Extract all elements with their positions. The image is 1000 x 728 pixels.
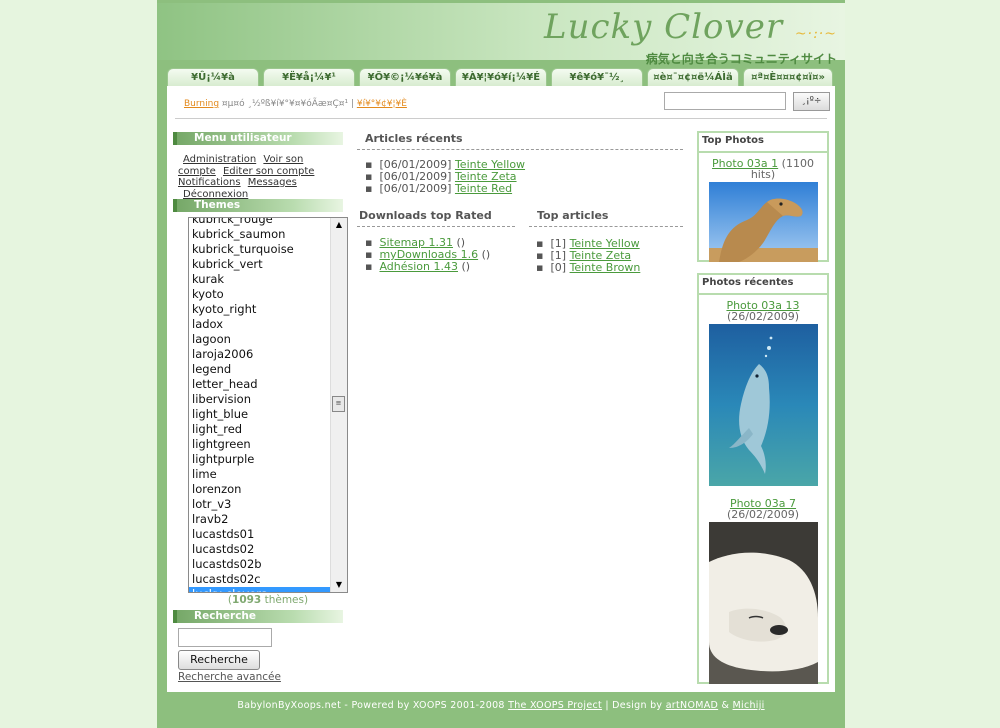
theme-option[interactable]: lucastds02c [189,572,331,587]
theme-option[interactable]: lravb2 [189,512,331,527]
recent-articles-list: [06/01/2009] Teinte Yellow [06/01/2009] … [365,159,525,195]
theme-option[interactable]: laroja2006 [189,347,331,362]
recent-photos-title: Photos récentes [699,275,827,295]
breadcrumb: Burning ¤µ¤ó ¸½ºß¥í¥°¥¤¥óÃæ¤Ç¤¹ | ¥í¥°¥¢… [184,99,407,109]
notifications-link[interactable]: Notifications [178,177,241,188]
user-link[interactable]: Burning [184,99,219,109]
top-articles-title: Top articles [529,209,683,227]
theme-option[interactable]: ladox [189,317,331,332]
logo-flourish: ~·:·~ [794,26,837,42]
breadcrumb-text: ¤µ¤ó ¸½ºß¥í¥°¥¤¥óÃæ¤Ç¤¹ | [221,99,354,109]
edit-account-link[interactable]: Editer son compte [223,166,314,177]
xoops-project-link[interactable]: The XOOPS Project [508,700,602,711]
theme-option[interactable]: lime [189,467,331,482]
nav-tab[interactable]: ¥Ë¥å¡¼¥¹ [263,68,355,86]
theme-option[interactable]: lagoon [189,332,331,347]
search-block-title: Recherche [173,610,343,623]
user-menu: Administration Voir son compte Editer so… [178,154,338,200]
site-logo[interactable]: Lucky Clover ~·:·~ 病気と向き合うコミュニティサイト [544,9,837,67]
polar-bear-photo[interactable] [708,522,818,684]
theme-options: kubrick_rouge kubrick_saumon kubrick_turqu… [189,218,331,592]
site-header: Lucky Clover ~·:·~ 病気と向き合うコミュニティサイト [157,3,845,66]
theme-option[interactable]: kubrick_turquoise [189,242,331,257]
downloads-title: Downloads top Rated [357,209,515,227]
search-input[interactable] [178,628,272,647]
theme-option[interactable]: lightpurple [189,452,331,467]
recent-photos-block: Photos récentes Photo 03a 13 (26/02/2009… [697,273,829,684]
logout-menu-link[interactable]: Déconnexion [183,189,248,200]
dolphin-photo[interactable] [708,324,818,486]
article-link[interactable]: Teinte Red [455,182,512,195]
top-search-button[interactable]: ¸¡º÷ [793,92,830,111]
theme-scrollbar[interactable]: ▲ ≡ ▼ [330,218,347,592]
nav-tab[interactable]: ¥Û¡¼¥à [167,68,259,86]
admin-link[interactable]: Administration [183,154,256,165]
advanced-search-link[interactable]: Recherche avancée [178,671,281,683]
theme-option[interactable]: kubrick_saumon [189,227,331,242]
page-frame: Lucky Clover ~·:·~ 病気と向き合うコミュニティサイト ¥Û¡¼… [157,0,845,728]
theme-option[interactable]: light_red [189,422,331,437]
recent-articles-title: Articles récents [357,132,683,150]
content-area: Burning ¤µ¤ó ¸½ºß¥í¥°¥¤¥óÃæ¤Ç¤¹ | ¥í¥°¥¢… [167,86,835,692]
user-menu-title: Menu utilisateur [173,132,343,145]
scroll-thumb[interactable]: ≡ [332,396,345,412]
list-item: [06/01/2009] Teinte Red [365,183,525,195]
camel-photo[interactable] [708,182,818,262]
top-articles-list: [1] Teinte Yellow [1] Teinte Zeta [0] Te… [536,238,640,274]
michiji-link[interactable]: Michiji [733,700,765,711]
theme-option[interactable]: kubrick_rouge [189,218,331,227]
theme-option[interactable]: kubrick_vert [189,257,331,272]
search-button[interactable]: Recherche [178,650,260,670]
theme-option[interactable]: kurak [189,272,331,287]
logo-subtitle: 病気と向き合うコミュニティサイト [645,52,837,66]
theme-option[interactable]: lucky-clovers [189,587,331,592]
theme-option[interactable]: kyoto [189,287,331,302]
list-item: Adhésion 1.43 () [365,261,490,273]
theme-option[interactable]: lucastds02b [189,557,331,572]
theme-option[interactable]: libervision [189,392,331,407]
theme-option[interactable]: light_blue [189,407,331,422]
theme-option[interactable]: lotr_v3 [189,497,331,512]
downloads-list: Sitemap 1.31 () myDownloads 1.6 () Adhés… [365,237,490,273]
theme-option[interactable]: lucastds01 [189,527,331,542]
article-link[interactable]: Teinte Brown [570,261,641,274]
main-nav-tabs: ¥Û¡¼¥à ¥Ë¥å¡¼¥¹ ¥Õ¥©¡¼¥é¥à ¥À¥¦¥ó¥í¡¼¥É … [167,68,837,86]
messages-link[interactable]: Messages [248,177,297,188]
download-link[interactable]: Adhésion 1.43 [379,260,458,273]
scroll-up-arrow-icon[interactable]: ▲ [331,218,347,232]
top-photos-title: Top Photos [699,133,827,153]
theme-option[interactable]: letter_head [189,377,331,392]
theme-option[interactable]: kyoto_right [189,302,331,317]
themes-title: Themes [173,199,343,212]
theme-count: (1093 thèmes) [227,594,309,606]
photo-caption: Photo 03a 1 (1100 hits) [712,157,814,181]
photo-caption: Photo 03a 13 (26/02/2009) [726,299,800,323]
header-divider [175,118,827,119]
top-search-input[interactable] [664,92,786,110]
nav-tab[interactable]: ¥ê¥ó¥¯½¸ [551,68,643,86]
photo-caption: Photo 03a 7 (26/02/2009) [727,497,799,521]
nav-tab[interactable]: ¤è¤¯¤¢¤ë¼ÁÌä [647,68,739,86]
site-footer: BabylonByXoops.net - Powered by XOOPS 20… [237,700,765,711]
theme-select-list[interactable]: kubrick_rouge kubrick_saumon kubrick_turqu… [188,217,348,593]
top-photos-block: Top Photos Photo 03a 1 (1100 hits) [697,131,829,262]
nav-tab[interactable]: ¥Õ¥©¡¼¥é¥à [359,68,451,86]
scroll-down-arrow-icon[interactable]: ▼ [331,578,347,592]
theme-option[interactable]: lucastds02 [189,542,331,557]
theme-option[interactable]: lightgreen [189,437,331,452]
logo-text: Lucky Clover [544,7,784,47]
list-item: [0] Teinte Brown [536,262,640,274]
theme-option[interactable]: legend [189,362,331,377]
nav-tab[interactable]: ¤ª¤È¤¤¤¢¤ï¤» [743,68,833,86]
logout-link[interactable]: ¥í¥°¥¢¥¦¥È [357,99,407,109]
theme-option[interactable]: lorenzon [189,482,331,497]
artnomad-link[interactable]: artNOMAD [666,700,718,711]
nav-tab[interactable]: ¥À¥¦¥ó¥í¡¼¥É [455,68,547,86]
